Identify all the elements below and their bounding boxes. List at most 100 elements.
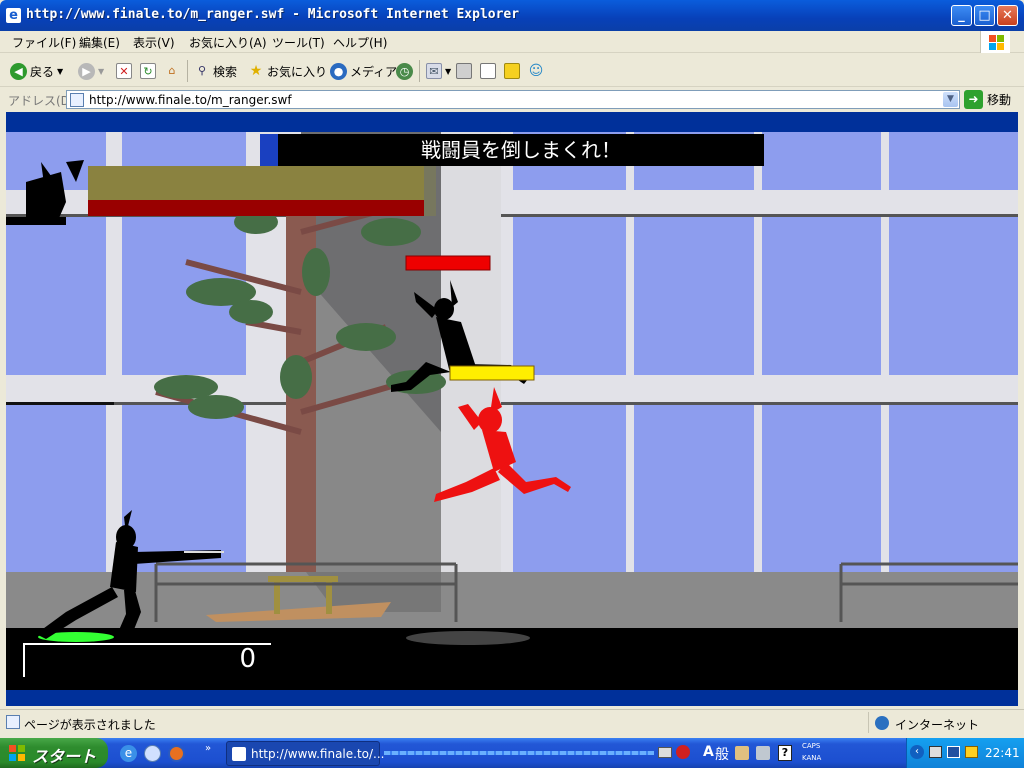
network-icon[interactable] <box>929 746 942 758</box>
back-button[interactable]: ◀ 戻る ▼ <box>10 60 63 82</box>
address-label: アドレス(D) <box>8 94 75 108</box>
address-input[interactable]: http://www.finale.to/m_ranger.swf ▼ <box>66 90 960 109</box>
ime-mode-a[interactable]: A <box>703 744 714 760</box>
discuss-note-icon <box>504 63 520 79</box>
refresh-icon: ↻ <box>140 63 156 79</box>
start-button[interactable]: スタート <box>0 738 108 768</box>
media-label: メディア <box>350 64 398 79</box>
quicklaunch-chevron-icon[interactable]: » <box>205 743 211 754</box>
enemy-shadow <box>406 631 530 645</box>
security-zone: インターネット <box>868 712 1020 733</box>
page-icon <box>70 93 84 107</box>
stop-button[interactable]: ✕ <box>116 60 132 82</box>
mission-text: 戦闘員を倒しまくれ！ <box>421 138 621 162</box>
status-bar: ページが表示されました インターネット <box>0 709 1024 734</box>
edit-button[interactable] <box>480 60 496 82</box>
menu-tools[interactable]: ツール(T) <box>272 34 325 51</box>
player-hud-panel <box>88 166 424 202</box>
menu-view[interactable]: 表示(V) <box>133 34 175 51</box>
flash-content-area[interactable]: 戦闘員を倒しまくれ！ 0 <box>6 112 1018 706</box>
mail-button[interactable]: ✉ ▼ <box>426 60 451 82</box>
search-button[interactable]: ⚲ 検索 <box>194 60 237 82</box>
menu-bar: ファイル(F) 編集(E) 表示(V) お気に入り(A) ツール(T) ヘルプ(… <box>0 31 1024 53</box>
ime-icon[interactable] <box>676 745 690 759</box>
game-canvas[interactable]: 戦闘員を倒しまくれ！ 0 <box>6 132 1018 690</box>
ie-icon: e <box>6 8 21 23</box>
status-text: ページが表示されました <box>24 718 156 732</box>
standard-toolbar: ◀ 戻る ▼ ▶ ▼ ✕ ↻ ⌂ ⚲ 検索 ★ お気に入り ● メディア ◷ ✉… <box>0 54 1024 87</box>
print-button[interactable] <box>456 60 472 82</box>
page-status-icon <box>6 715 20 729</box>
go-button[interactable]: ➜ 移動 <box>964 90 1011 109</box>
menu-edit[interactable]: 編集(E) <box>79 34 120 51</box>
refresh-button[interactable]: ↻ <box>140 60 156 82</box>
clock[interactable]: 22:41 <box>985 746 1020 760</box>
ime-tool-icon[interactable] <box>735 746 749 760</box>
taskbar-band <box>384 751 654 755</box>
street-ground <box>6 572 1018 628</box>
firefox-quicklaunch-icon[interactable] <box>168 745 185 762</box>
forward-arrow-icon: ▶ <box>78 62 95 80</box>
ime-mode-kanji[interactable]: 般 <box>715 744 729 764</box>
tray-expand-icon[interactable]: ‹ <box>910 745 924 759</box>
mail-dropdown-icon: ▼ <box>445 66 452 76</box>
back-dropdown-icon: ▼ <box>57 66 64 76</box>
ie-quicklaunch-icon[interactable]: e <box>120 745 137 762</box>
score-value: 0 <box>239 644 256 674</box>
window-title: http://www.finale.to/m_ranger.swf - Micr… <box>26 7 520 22</box>
keyboard-icon[interactable] <box>658 747 672 758</box>
discuss-button[interactable] <box>504 60 520 82</box>
search-icon: ⚲ <box>197 64 207 77</box>
caps-indicator: CAPS <box>802 742 821 750</box>
menu-file[interactable]: ファイル(F) <box>12 34 76 51</box>
game-scene <box>6 132 1018 690</box>
favorites-button[interactable]: ★ お気に入り <box>248 60 327 82</box>
ime-help-icon[interactable]: ? <box>778 745 792 761</box>
home-icon: ⌂ <box>168 64 176 77</box>
close-button[interactable]: ✕ <box>997 5 1018 26</box>
taskbar-window-label: http://www.finale.to/... <box>251 747 385 761</box>
volume-icon[interactable] <box>965 746 978 758</box>
ie-window-icon <box>232 747 246 761</box>
system-tray: ‹ 22:41 <box>906 738 1024 768</box>
messenger-button[interactable]: ☺ <box>528 60 544 82</box>
forward-dropdown-icon: ▼ <box>98 66 105 76</box>
history-button[interactable]: ◷ <box>396 60 413 82</box>
home-button[interactable]: ⌂ <box>164 60 180 82</box>
go-label: 移動 <box>987 93 1012 107</box>
taskbar: スタート e » http://www.finale.to/... A 般 ? … <box>0 738 1024 768</box>
start-label: スタート <box>32 747 97 766</box>
go-arrow-icon: ➜ <box>964 90 983 109</box>
taskbar-window-button[interactable]: http://www.finale.to/... <box>226 741 385 766</box>
stop-icon: ✕ <box>116 63 132 79</box>
menu-help[interactable]: ヘルプ(H) <box>333 34 387 51</box>
media-button[interactable]: ● メディア <box>330 60 397 82</box>
favorites-label: お気に入り <box>267 64 328 79</box>
history-icon: ◷ <box>396 62 413 80</box>
kana-indicator: KANA <box>802 754 822 762</box>
star-icon: ★ <box>249 63 263 79</box>
edit-page-icon <box>480 63 496 79</box>
maximize-button[interactable]: □ <box>974 5 995 26</box>
desktop-quicklaunch-icon[interactable] <box>144 745 161 762</box>
search-label: 検索 <box>213 64 238 79</box>
monitor-icon[interactable] <box>947 746 960 758</box>
messenger-icon: ☺ <box>528 63 544 79</box>
address-dropdown-icon[interactable]: ▼ <box>943 92 958 107</box>
windows-logo-icon <box>980 31 1010 53</box>
globe-icon <box>875 716 889 730</box>
enemy-health-bar <box>405 255 491 271</box>
forward-button[interactable]: ▶ ▼ <box>78 60 104 82</box>
media-globe-icon: ● <box>330 62 347 80</box>
back-arrow-icon: ◀ <box>10 62 27 80</box>
toolbar-divider <box>187 60 188 82</box>
minimize-button[interactable]: _ <box>951 5 972 26</box>
player-health-bar <box>88 200 424 216</box>
window-title-bar[interactable]: e http://www.finale.to/m_ranger.swf - Mi… <box>0 0 1024 31</box>
address-url: http://www.finale.to/m_ranger.swf <box>89 93 292 107</box>
menu-favorites[interactable]: お気に入り(A) <box>189 34 267 51</box>
windows-flag-icon <box>9 745 25 761</box>
ime-pad-icon[interactable] <box>756 746 770 760</box>
back-label: 戻る <box>30 64 55 79</box>
mail-icon: ✉ <box>426 63 442 79</box>
